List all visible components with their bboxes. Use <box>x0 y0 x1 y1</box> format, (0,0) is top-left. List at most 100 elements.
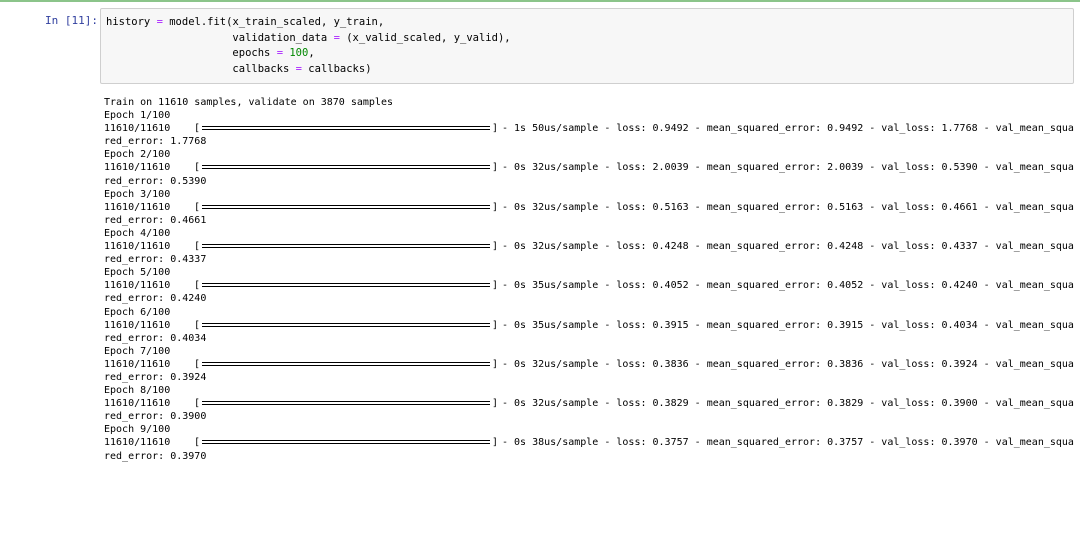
bracket-left: [ <box>194 437 201 449</box>
bracket-left: [ <box>194 358 201 370</box>
epoch-label: Epoch 7/100 <box>104 345 171 357</box>
epoch-label: Epoch 2/100 <box>104 149 171 161</box>
bracket-right: ] <box>491 162 498 174</box>
code-token: , <box>308 47 315 59</box>
sample-count: 11610/11610 <box>104 201 171 213</box>
epoch-stats: - 0s 32us/sample - loss: 0.3829 - mean_s… <box>502 398 1074 410</box>
sample-count: 11610/11610 <box>104 358 171 370</box>
cell-output: Train on 11610 samples, validate on 3870… <box>104 96 1074 463</box>
code-token: (x_valid_scaled, y_valid), <box>339 31 511 44</box>
epoch-label: Epoch 8/100 <box>104 385 171 397</box>
progress-line: 11610/11610 [] - 0s 38us/sample - loss: 0.… <box>104 436 1074 449</box>
bracket-right: ] <box>491 358 498 370</box>
output-header: Train on 11610 samples, validate on 3870… <box>104 97 393 108</box>
epoch-stats-wrap: red_error: 0.4337 <box>104 254 207 266</box>
code-editor[interactable]: history = model.fit(x_train_scaled, y_tr… <box>100 8 1074 84</box>
code-line: validation_data = (x_valid_scaled, y_val… <box>106 31 511 44</box>
sample-count: 11610/11610 <box>104 437 171 449</box>
progress-bar: [] <box>194 358 498 371</box>
input-prompt: In [11]: <box>45 14 98 27</box>
progress-line: 11610/11610 [] - 0s 32us/sample - loss: 0.… <box>104 201 1074 214</box>
progress-line: 11610/11610 [] - 1s 50us/sample - loss: 0.… <box>104 122 1074 135</box>
code-line: callbacks = callbacks) <box>106 62 372 75</box>
epoch-stats: - 0s 35us/sample - loss: 0.3915 - mean_s… <box>502 319 1074 331</box>
epoch-stats-wrap: red_error: 0.3900 <box>104 411 207 423</box>
bracket-right: ] <box>491 398 498 410</box>
progress-fill <box>202 361 490 366</box>
bracket-left: [ <box>194 280 201 292</box>
epoch-label: Epoch 9/100 <box>104 424 171 436</box>
bracket-left: [ <box>194 241 201 253</box>
progress-bar: [] <box>194 161 498 174</box>
progress-bar: [] <box>194 397 498 410</box>
epoch-stats-wrap: red_error: 0.4661 <box>104 214 207 226</box>
sample-count: 11610/11610 <box>104 241 171 253</box>
progress-fill <box>202 204 490 209</box>
code-token: validation_data <box>106 31 334 44</box>
code-line: history = model.fit(x_train_scaled, y_tr… <box>106 16 384 28</box>
bracket-left: [ <box>194 319 201 331</box>
code-text[interactable]: history = model.fit(x_train_scaled, y_tr… <box>106 15 511 77</box>
epoch-stats: - 0s 32us/sample - loss: 0.4248 - mean_s… <box>502 241 1074 253</box>
epoch-label: Epoch 3/100 <box>104 188 171 200</box>
epoch-stats-wrap: red_error: 0.3924 <box>104 371 207 383</box>
epoch-stats: - 0s 32us/sample - loss: 2.0039 - mean_s… <box>502 162 1074 174</box>
epoch-label: Epoch 1/100 <box>104 110 171 122</box>
progress-line: 11610/11610 [] - 0s 32us/sample - loss: 2.… <box>104 161 1074 174</box>
cell-selection-border <box>0 0 1080 2</box>
progress-bar: [] <box>194 240 498 253</box>
epoch-stats: - 0s 35us/sample - loss: 0.4052 - mean_s… <box>502 280 1074 292</box>
progress-bar: [] <box>194 122 498 135</box>
epoch-stats-wrap: red_error: 1.7768 <box>104 136 207 148</box>
epoch-stats: - 0s 38us/sample - loss: 0.3757 - mean_s… <box>502 437 1074 449</box>
progress-line: 11610/11610 [] - 0s 35us/sample - loss: 0.… <box>104 319 1074 332</box>
epoch-stats-wrap: red_error: 0.5390 <box>104 175 207 187</box>
code-number: 100 <box>289 47 309 59</box>
code-token: callbacks <box>106 62 296 75</box>
progress-bar: [] <box>194 436 498 449</box>
code-token: model.fit(x_train_scaled, y_train, <box>162 16 385 28</box>
code-token: callbacks) <box>301 62 372 75</box>
progress-bar: [] <box>194 201 498 214</box>
progress-line: 11610/11610 [] - 0s 32us/sample - loss: 0.… <box>104 240 1074 253</box>
bracket-right: ] <box>491 437 498 449</box>
bracket-right: ] <box>491 319 498 331</box>
epoch-label: Epoch 6/100 <box>104 306 171 318</box>
progress-fill <box>202 244 490 249</box>
bracket-left: [ <box>194 123 201 135</box>
code-cell[interactable]: In [11]: history = model.fit(x_train_sca… <box>0 0 1080 544</box>
bracket-left: [ <box>194 398 201 410</box>
bracket-right: ] <box>491 280 498 292</box>
epoch-label: Epoch 4/100 <box>104 227 171 239</box>
progress-fill <box>202 322 490 327</box>
code-line: epochs = 100, <box>106 47 315 59</box>
progress-fill <box>202 440 490 445</box>
bracket-left: [ <box>194 162 201 174</box>
progress-fill <box>202 283 490 288</box>
epoch-stats-wrap: red_error: 0.3970 <box>104 450 207 462</box>
epoch-stats-wrap: red_error: 0.4240 <box>104 293 207 305</box>
bracket-right: ] <box>491 241 498 253</box>
bracket-right: ] <box>491 201 498 213</box>
code-token: history <box>106 16 157 28</box>
progress-fill <box>202 401 490 406</box>
epoch-label: Epoch 5/100 <box>104 267 171 279</box>
progress-bar: [] <box>194 279 498 292</box>
epoch-stats: - 0s 32us/sample - loss: 0.5163 - mean_s… <box>502 201 1074 213</box>
sample-count: 11610/11610 <box>104 398 171 410</box>
bracket-left: [ <box>194 201 201 213</box>
epoch-stats: - 1s 50us/sample - loss: 0.9492 - mean_s… <box>502 123 1074 135</box>
bracket-right: ] <box>491 123 498 135</box>
notebook: In [11]: history = model.fit(x_train_sca… <box>0 0 1080 544</box>
progress-fill <box>202 165 490 170</box>
progress-line: 11610/11610 [] - 0s 35us/sample - loss: 0.… <box>104 279 1074 292</box>
progress-line: 11610/11610 [] - 0s 32us/sample - loss: 0.… <box>104 397 1074 410</box>
epoch-stats-wrap: red_error: 0.4034 <box>104 332 207 344</box>
progress-bar: [] <box>194 319 498 332</box>
sample-count: 11610/11610 <box>104 280 171 292</box>
sample-count: 11610/11610 <box>104 162 171 174</box>
sample-count: 11610/11610 <box>104 319 171 331</box>
progress-fill <box>202 126 490 131</box>
epoch-stats: - 0s 32us/sample - loss: 0.3836 - mean_s… <box>502 358 1074 370</box>
code-token: epochs <box>106 47 277 59</box>
